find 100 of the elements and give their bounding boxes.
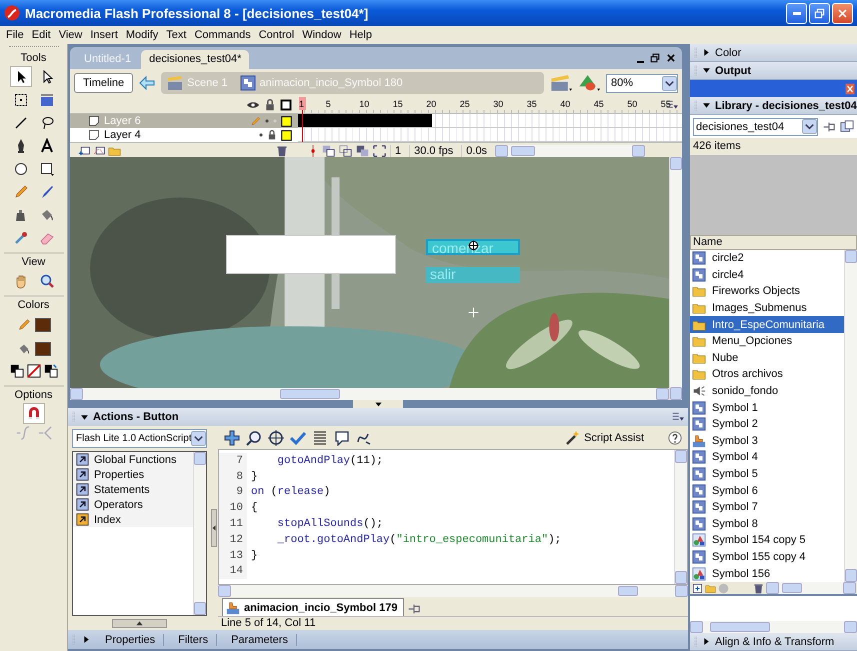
edit-scene-icon[interactable] [550,74,572,92]
library-item[interactable]: Nube [690,350,844,366]
script-assist-button[interactable]: Script Assist [564,430,644,446]
back-arrow-icon[interactable] [139,75,156,91]
menu-item[interactable]: File [2,29,28,41]
down-triangle-icon[interactable] [702,101,711,110]
right-triangle-icon[interactable] [702,48,711,57]
library-item[interactable]: Symbol 3 [690,432,844,450]
script-editor[interactable]: 7 gotoAndPlay(11); 8 } 9 on (release) 10 { 11 stopAllSounds(); 12 _root.gotoAndPlay("intro_especomunitaria"); 13 } 14 [218,449,688,585]
format-lines-icon[interactable] [312,430,328,446]
category-item[interactable]: Statements [73,482,193,497]
column-header[interactable]: Name [690,235,857,250]
layer-row[interactable]: Layer 4 [70,128,298,142]
find-icon[interactable] [246,430,262,446]
edit-frames-icon[interactable] [356,144,369,156]
add-layer-icon[interactable] [78,144,91,156]
comment-icon[interactable] [334,430,350,446]
right-triangle-icon[interactable] [82,635,91,644]
menu-item[interactable]: Control [254,29,298,41]
swap-colors-icon[interactable] [44,364,58,378]
eye-icon[interactable] [246,99,260,111]
library-item[interactable]: sonido_fondo [690,382,844,400]
vertical-scrollbar[interactable] [844,250,857,582]
vertical-scrollbar[interactable] [669,157,682,400]
outline-square-icon[interactable] [280,99,292,111]
timeline-button[interactable]: Timeline [74,73,134,93]
onion-skin-icon[interactable] [322,144,335,156]
panel-menu-icon[interactable] [672,411,684,423]
snap-button[interactable] [22,402,44,424]
horizontal-scrollbar[interactable] [766,582,856,594]
menu-item[interactable]: Commands [190,29,255,41]
minimize-button[interactable] [786,2,807,24]
panel-tab[interactable]: Parameters [223,634,297,646]
zoom-field[interactable]: 80% [606,74,678,92]
restore-button[interactable] [809,2,830,24]
close-button[interactable] [832,2,853,24]
vertical-scrollbar[interactable] [674,450,687,584]
default-colors-icon[interactable] [10,364,24,378]
color-swatch[interactable] [34,318,50,332]
horizontal-scrollbar[interactable] [70,388,669,400]
collapse-handle[interactable] [211,509,217,547]
category-item[interactable]: Operators [73,497,193,512]
no-color-icon[interactable] [26,364,40,378]
library-item[interactable]: Symbol 6 [690,482,844,499]
menu-item[interactable]: View [54,29,86,41]
category-item[interactable]: Index [73,512,193,527]
library-item[interactable]: Otros archivos [690,366,844,383]
add-icon[interactable] [224,430,240,446]
library-item[interactable]: Fireworks Objects [690,283,844,300]
document-tab[interactable]: decisiones_test04* [141,50,250,69]
vertical-scrollbar[interactable] [193,452,206,615]
library-item[interactable]: Symbol 2 [690,416,844,433]
library-item[interactable]: Symbol 154 copy 5 [690,532,844,549]
target-icon[interactable] [268,430,284,446]
menu-item[interactable]: Help [345,29,376,41]
panel-tab[interactable]: Properties [97,634,164,646]
close-icon[interactable] [666,53,676,63]
trash-icon[interactable] [276,144,288,156]
pin-icon[interactable] [407,602,422,616]
library-item[interactable]: Symbol 8 [690,516,844,532]
library-item[interactable]: Symbol 5 [690,466,844,482]
checkmark-icon[interactable] [290,430,306,446]
horizontal-scrollbar[interactable] [690,621,857,633]
help-icon[interactable] [668,430,682,444]
library-item[interactable]: Symbol 1 [690,399,844,416]
library-item[interactable]: circle2 [690,250,844,267]
horizontal-scrollbar[interactable] [495,144,646,156]
menu-item[interactable]: Window [298,29,346,41]
restore-icon[interactable] [650,53,660,63]
new-symbol-icon[interactable] [692,582,703,594]
pin-icon[interactable] [822,120,836,134]
resize-handle[interactable] [112,619,167,628]
collapse-handle[interactable] [353,400,403,408]
menu-item[interactable]: Insert [86,29,122,41]
lock-icon[interactable] [264,99,276,111]
panel-tab[interactable]: Filters [170,634,218,646]
down-triangle-icon[interactable] [702,66,711,75]
tool-button[interactable] [10,66,32,87]
library-item[interactable]: Intro_EspeComunitaria [690,316,844,333]
menu-item[interactable]: Text [162,29,190,41]
add-guide-layer-icon[interactable] [93,144,106,156]
onion-outline-icon[interactable] [339,144,352,156]
script-tab[interactable]: animacion_incio_Symbol 179 [222,598,404,616]
menu-item[interactable]: Edit [28,29,55,41]
library-item[interactable]: Images_Submenus [690,300,844,316]
down-triangle-icon[interactable] [80,412,89,422]
trash-icon[interactable] [753,582,764,594]
library-item[interactable]: Menu_Opciones [690,332,844,350]
category-item[interactable]: Properties [73,467,193,482]
markers-icon[interactable] [373,144,386,156]
category-item[interactable]: Global Functions [73,452,193,467]
library-item[interactable]: Symbol 4 [690,449,844,466]
library-item[interactable]: Symbol 155 copy 4 [690,548,844,566]
horizontal-scrollbar[interactable] [218,585,688,597]
right-triangle-icon[interactable] [702,637,711,646]
new-library-icon[interactable] [840,120,854,134]
menu-item[interactable]: Modify [122,29,162,41]
library-dropdown[interactable]: decisiones_test04 [693,118,818,136]
color-swatch[interactable] [34,342,50,356]
library-item[interactable]: circle4 [690,266,844,284]
